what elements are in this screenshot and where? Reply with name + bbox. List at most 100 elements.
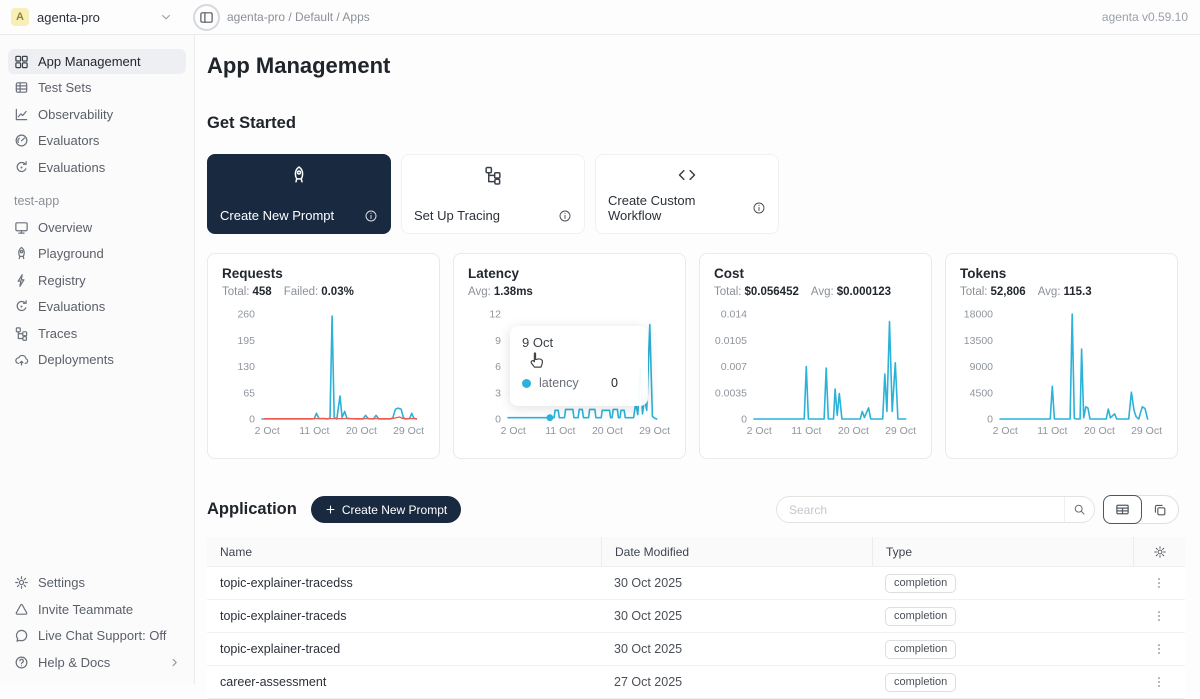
info-icon bbox=[558, 209, 572, 223]
evaluations-icon bbox=[14, 160, 29, 175]
cost-stat-card: CostTotal:$0.056452Avg:$0.00012300.00350… bbox=[699, 253, 932, 459]
table-view-icon bbox=[1115, 502, 1130, 517]
column-header-date-modified: Date Modified bbox=[601, 537, 872, 566]
table-header: NameDate Modified Type bbox=[207, 537, 1185, 567]
svg-text:0.007: 0.007 bbox=[721, 361, 747, 373]
svg-text:260: 260 bbox=[237, 309, 255, 321]
sidebar-item-deployments[interactable]: Deployments bbox=[8, 347, 186, 372]
sidebar-item-observability[interactable]: Observability bbox=[8, 102, 186, 127]
stat-card-summary: Avg:1.38ms bbox=[468, 286, 671, 298]
sidebar-item-live-chat-support-off[interactable]: Live Chat Support: Off bbox=[8, 623, 186, 648]
breadcrumb: agenta-pro / Default / Apps bbox=[227, 10, 370, 24]
app-name-cell: topic-explainer-tracedss bbox=[207, 576, 601, 590]
deployments-icon bbox=[14, 352, 29, 367]
table-row[interactable]: career-assessment27 Oct 2025completion bbox=[207, 666, 1185, 699]
svg-text:29 Oct: 29 Oct bbox=[393, 425, 424, 437]
gear-icon bbox=[1153, 545, 1167, 559]
stat-avg: Avg:115.3 bbox=[1038, 286, 1092, 298]
svg-text:29 Oct: 29 Oct bbox=[639, 425, 670, 437]
column-header-name: Name bbox=[207, 537, 601, 566]
svg-text:0.014: 0.014 bbox=[721, 309, 747, 321]
sidebar-item-traces[interactable]: Traces bbox=[8, 321, 186, 346]
set-up-tracing-card[interactable]: Set Up Tracing bbox=[401, 154, 585, 234]
row-actions-button[interactable] bbox=[1133, 675, 1185, 689]
sidebar-item-overview[interactable]: Overview bbox=[8, 215, 186, 240]
chevron-right-icon bbox=[169, 657, 180, 668]
row-actions-button[interactable] bbox=[1133, 576, 1185, 590]
chevron-down-icon[interactable] bbox=[160, 11, 172, 23]
tokens-chart[interactable]: 04500900013500180002 Oct11 Oct20 Oct29 O… bbox=[960, 307, 1163, 444]
create-custom-workflow-card[interactable]: Create Custom Workflow bbox=[595, 154, 779, 234]
sidebar-item-label: Evaluations bbox=[38, 160, 105, 175]
sidebar-item-playground[interactable]: Playground bbox=[8, 241, 186, 266]
series-dot bbox=[522, 379, 531, 388]
stat-card-title: Tokens bbox=[960, 266, 1163, 281]
sidebar-item-invite-teammate[interactable]: Invite Teammate bbox=[8, 597, 186, 622]
svg-text:0.0035: 0.0035 bbox=[715, 387, 747, 399]
sidebar-item-evaluators[interactable]: Evaluators bbox=[8, 128, 186, 153]
sidebar-item-label: App Management bbox=[38, 54, 141, 69]
create-new-prompt-card[interactable]: Create New Prompt bbox=[207, 154, 391, 234]
svg-text:0: 0 bbox=[741, 414, 747, 426]
table-row[interactable]: topic-explainer-tracedss30 Oct 2025compl… bbox=[207, 567, 1185, 600]
table-view-button[interactable] bbox=[1103, 495, 1142, 524]
stat-card-title: Requests bbox=[222, 266, 425, 281]
column-settings-button[interactable] bbox=[1133, 537, 1185, 566]
search-input[interactable] bbox=[777, 503, 1064, 517]
app-name-cell: topic-explainer-traced bbox=[207, 642, 601, 656]
table-row[interactable]: topic-explainer-traceds30 Oct 2025comple… bbox=[207, 600, 1185, 633]
sidebar-toggle-button[interactable] bbox=[193, 4, 220, 31]
row-actions-button[interactable] bbox=[1133, 609, 1185, 623]
applications-table: NameDate Modified Type topic-explainer-tr… bbox=[207, 537, 1185, 699]
tooltip-series-value: 0 bbox=[611, 376, 618, 390]
code-icon bbox=[608, 165, 766, 185]
kebab-icon bbox=[1152, 576, 1166, 590]
svg-text:0.0105: 0.0105 bbox=[715, 335, 747, 347]
stat-total: Total:52,806 bbox=[960, 286, 1026, 298]
sidebar-item-test-sets[interactable]: Test Sets bbox=[8, 75, 186, 100]
invite-icon bbox=[14, 602, 29, 617]
create-new-prompt-button[interactable]: Create New Prompt bbox=[311, 496, 461, 523]
main-content: App Management Get Started Create New Pr… bbox=[196, 35, 1200, 684]
date-modified-cell: 30 Oct 2025 bbox=[601, 642, 872, 656]
sidebar-item-label: Invite Teammate bbox=[38, 602, 133, 617]
chart-tooltip: 9 Octlatency0 bbox=[510, 326, 648, 406]
app-name-cell: topic-explainer-traceds bbox=[207, 609, 601, 623]
table-row[interactable]: topic-explainer-traced30 Oct 2025 complet… bbox=[207, 633, 1185, 666]
search-icon[interactable] bbox=[1064, 497, 1094, 522]
svg-text:20 Oct: 20 Oct bbox=[346, 425, 377, 437]
stat-card-title: Cost bbox=[714, 266, 917, 281]
app-name-cell: career-assessment bbox=[207, 675, 601, 689]
workspace-name[interactable]: agenta-pro bbox=[37, 10, 100, 25]
type-cell: completion bbox=[872, 574, 1133, 593]
svg-text:20 Oct: 20 Oct bbox=[838, 425, 869, 437]
sidebar-item-help-docs[interactable]: Help & Docs bbox=[8, 650, 186, 675]
svg-text:0: 0 bbox=[987, 414, 993, 426]
cursor-pointer-icon bbox=[527, 351, 546, 370]
page-title: App Management bbox=[207, 53, 390, 79]
svg-text:11 Oct: 11 Oct bbox=[545, 425, 575, 437]
kebab-icon bbox=[1152, 642, 1166, 656]
rocket-icon bbox=[220, 165, 378, 185]
column-header-label: Type bbox=[886, 545, 912, 559]
type-badge: completion bbox=[885, 574, 956, 593]
sidebar-item-evaluations[interactable]: Evaluations bbox=[8, 294, 186, 319]
card-view-button[interactable] bbox=[1142, 496, 1179, 523]
svg-text:6: 6 bbox=[495, 361, 501, 373]
requests-chart[interactable]: 0651301952602 Oct11 Oct20 Oct29 Oct bbox=[222, 307, 425, 444]
svg-text:29 Oct: 29 Oct bbox=[1131, 425, 1162, 437]
workspace-avatar[interactable]: A bbox=[11, 8, 29, 26]
svg-text:2 Oct: 2 Oct bbox=[255, 425, 280, 437]
svg-text:195: 195 bbox=[237, 335, 255, 347]
svg-text:11 Oct: 11 Oct bbox=[1037, 425, 1067, 437]
sidebar-item-settings[interactable]: Settings bbox=[8, 570, 186, 595]
svg-text:13500: 13500 bbox=[964, 335, 993, 347]
row-actions-button[interactable] bbox=[1133, 642, 1185, 656]
sidebar-item-evaluations[interactable]: Evaluations bbox=[8, 155, 186, 180]
sidebar-item-registry[interactable]: Registry bbox=[8, 268, 186, 293]
type-badge: completion bbox=[885, 640, 956, 659]
sidebar-item-label: Registry bbox=[38, 273, 86, 288]
sidebar-item-app-management[interactable]: App Management bbox=[8, 49, 186, 74]
cost-chart[interactable]: 00.00350.0070.01050.0142 Oct11 Oct20 Oct… bbox=[714, 307, 917, 444]
app-version: agenta v0.59.10 bbox=[1102, 10, 1188, 24]
